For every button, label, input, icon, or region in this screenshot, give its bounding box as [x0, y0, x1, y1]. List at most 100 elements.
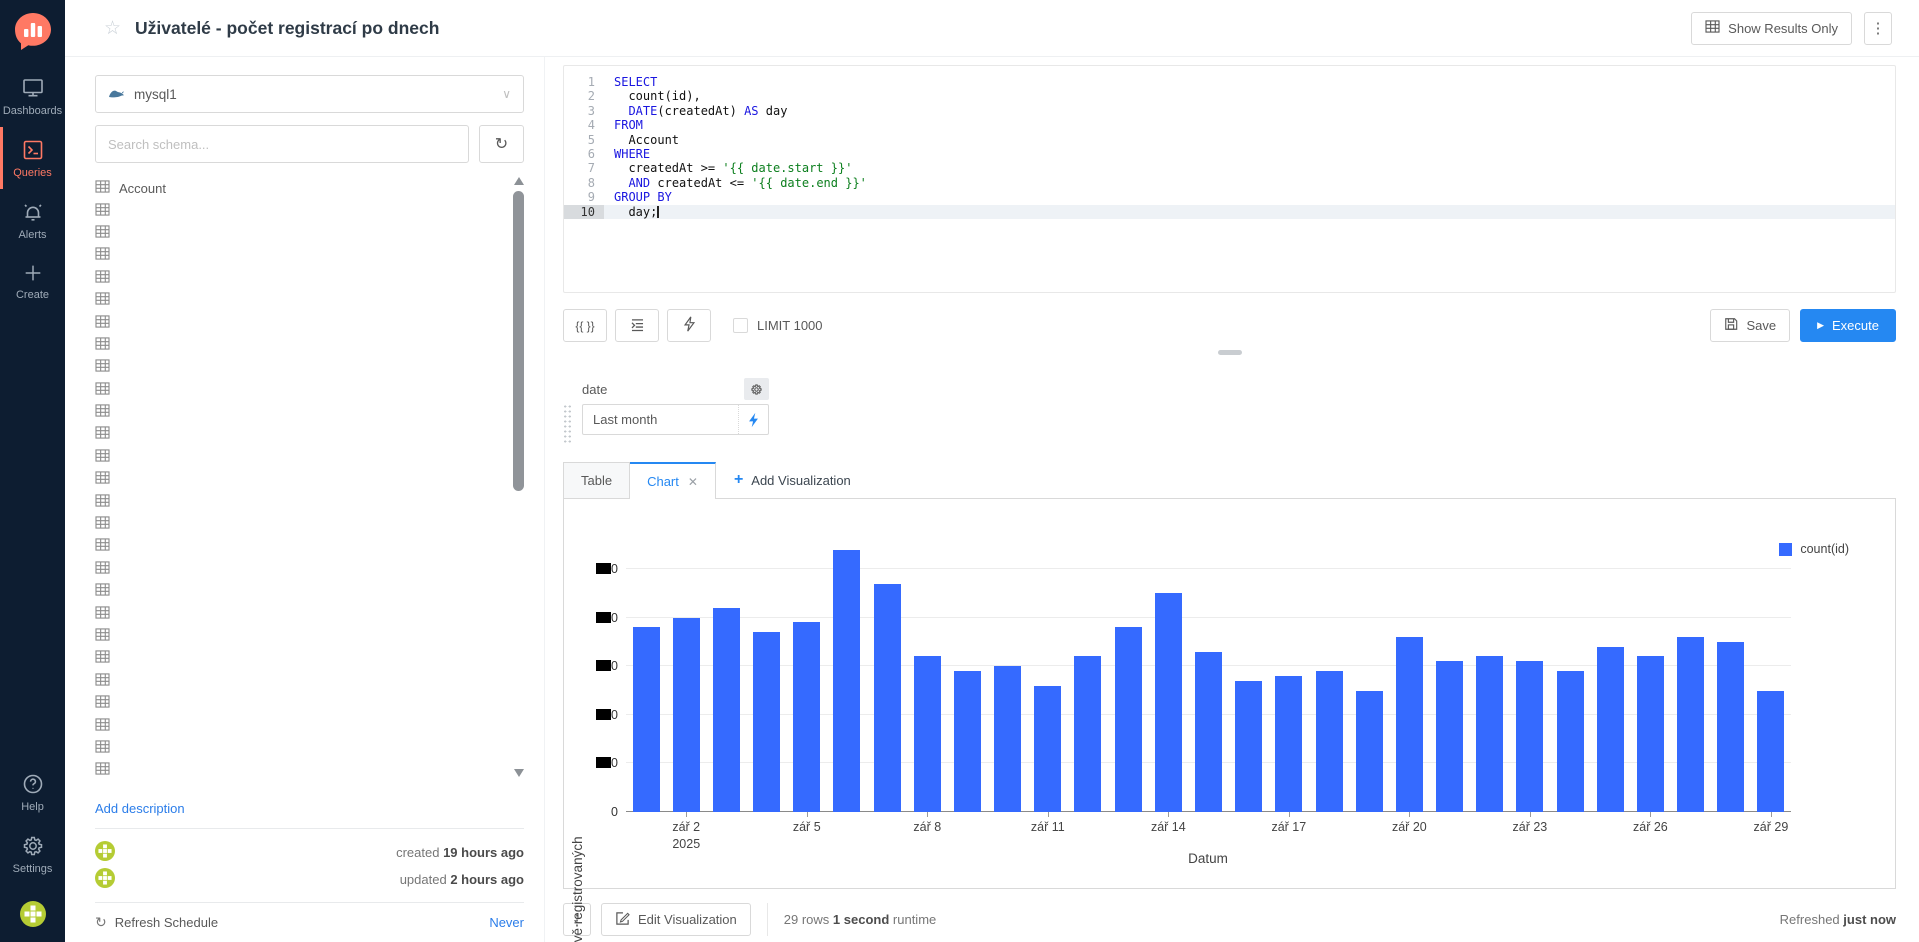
creator-avatar[interactable]: [95, 841, 115, 864]
schema-table-row[interactable]: [95, 714, 500, 736]
bar-zář 22[interactable]: [1476, 656, 1503, 812]
bar-zář 20[interactable]: [1396, 637, 1423, 812]
schema-table-row[interactable]: [95, 379, 500, 401]
add-parameter-button[interactable]: {{ }}: [563, 309, 607, 342]
code-line[interactable]: SELECT: [604, 75, 1895, 89]
close-icon[interactable]: ✕: [688, 475, 698, 489]
bar-zář 26[interactable]: [1637, 656, 1664, 812]
bar-zář 21[interactable]: [1436, 661, 1463, 812]
schema-table-row[interactable]: [95, 490, 500, 512]
schema-table-row[interactable]: Account: [95, 177, 500, 199]
section-resize-handle[interactable]: [1218, 350, 1242, 355]
schema-table-row[interactable]: [95, 580, 500, 602]
add-visualization-button[interactable]: + Add Visualization: [734, 462, 851, 498]
bar-zář 5[interactable]: [793, 622, 820, 812]
schema-table-row[interactable]: [95, 289, 500, 311]
parameter-drag-handle[interactable]: [563, 404, 572, 444]
bar-zář 18[interactable]: [1316, 671, 1343, 812]
code-line[interactable]: day;: [604, 205, 1895, 219]
schema-table-row[interactable]: [95, 199, 500, 221]
bar-zář 3[interactable]: [713, 608, 740, 812]
parameter-settings-button[interactable]: [744, 378, 769, 400]
schema-table-row[interactable]: [95, 468, 500, 490]
bar-zář 19[interactable]: [1356, 691, 1383, 813]
refresh-schedule-value-link[interactable]: Never: [489, 915, 524, 930]
schema-table-row[interactable]: [95, 670, 500, 692]
schema-table-row[interactable]: [95, 647, 500, 669]
code-line[interactable]: createdAt >= '{{ date.start }}': [604, 161, 1895, 175]
schema-table-row[interactable]: [95, 602, 500, 624]
user-avatar[interactable]: [20, 901, 46, 932]
show-results-only-button[interactable]: Show Results Only: [1691, 12, 1852, 45]
bar-zář 23[interactable]: [1516, 661, 1543, 812]
code-line[interactable]: DATE(createdAt) AS day: [604, 104, 1895, 118]
schema-table-row[interactable]: [95, 625, 500, 647]
bar-zář 15[interactable]: [1195, 652, 1222, 812]
bar-zář 8[interactable]: [914, 656, 941, 812]
header-kebab-menu-button[interactable]: ⋮: [1864, 12, 1892, 45]
schema-table-row[interactable]: [95, 446, 500, 468]
bar-zář 7[interactable]: [874, 584, 901, 812]
schema-table-row[interactable]: [95, 334, 500, 356]
bar-zář 16[interactable]: [1235, 681, 1262, 812]
scrollbar-down-arrow[interactable]: [514, 769, 524, 777]
save-button[interactable]: Save: [1710, 309, 1790, 342]
bar-zář 27[interactable]: [1677, 637, 1704, 812]
edit-visualization-button[interactable]: Edit Visualization: [601, 903, 751, 936]
bar-zář 10[interactable]: [994, 666, 1021, 812]
redash-logo-icon[interactable]: [13, 11, 53, 51]
limit-1000-option[interactable]: LIMIT 1000: [733, 318, 823, 333]
bar-zář 28[interactable]: [1717, 642, 1744, 812]
schema-table-row[interactable]: [95, 222, 500, 244]
refresh-schema-button[interactable]: ↻: [479, 125, 524, 163]
bar-zář 2[interactable]: [673, 618, 700, 812]
bar-zář 9[interactable]: [954, 671, 981, 812]
schema-table-row[interactable]: [95, 423, 500, 445]
tab-table[interactable]: Table: [563, 462, 630, 498]
schema-table-row[interactable]: [95, 244, 500, 266]
code-line[interactable]: WHERE: [604, 147, 1895, 161]
limit-checkbox[interactable]: [733, 318, 748, 333]
schema-table-row[interactable]: [95, 558, 500, 580]
sidebar-item-queries[interactable]: Queries: [0, 127, 65, 189]
schema-table-row[interactable]: [95, 311, 500, 333]
sql-editor[interactable]: 12345678910 SELECT count(id), DATE(creat…: [563, 65, 1896, 293]
code-line[interactable]: Account: [604, 133, 1895, 147]
tab-chart[interactable]: Chart ✕: [630, 462, 716, 499]
schema-table-row[interactable]: [95, 535, 500, 557]
schema-search-input[interactable]: [95, 125, 469, 163]
schema-table-row[interactable]: [95, 737, 500, 759]
date-range-parameter-input[interactable]: [583, 412, 738, 427]
format-query-button[interactable]: [615, 309, 659, 342]
updater-avatar[interactable]: [95, 868, 115, 891]
schema-table-row[interactable]: [95, 356, 500, 378]
code-line[interactable]: count(id),: [604, 89, 1895, 103]
execute-button[interactable]: ▶ Execute: [1800, 309, 1896, 342]
scrollbar-up-arrow[interactable]: [514, 177, 524, 185]
code-line[interactable]: FROM: [604, 118, 1895, 132]
code-line[interactable]: AND createdAt <= '{{ date.end }}': [604, 176, 1895, 190]
editor-code[interactable]: SELECT count(id), DATE(createdAt) AS day…: [604, 66, 1895, 292]
sidebar-item-dashboards[interactable]: Dashboards: [0, 65, 65, 127]
bar-zář 11[interactable]: [1034, 686, 1061, 812]
schema-table-row[interactable]: [95, 513, 500, 535]
bar-zář 14[interactable]: [1155, 593, 1182, 812]
sidebar-item-create[interactable]: Create: [0, 251, 65, 311]
scrollbar-thumb[interactable]: [513, 191, 524, 491]
sidebar-item-alerts[interactable]: Alerts: [0, 189, 65, 251]
favorite-star-icon[interactable]: ☆: [104, 17, 121, 40]
datasource-select[interactable]: mysql1 ∨: [95, 75, 524, 113]
sidebar-item-help[interactable]: Help: [0, 761, 65, 823]
bar-zář 4[interactable]: [753, 632, 780, 812]
schema-table-row[interactable]: [95, 759, 500, 781]
schema-table-row[interactable]: [95, 692, 500, 714]
bar-zář 12[interactable]: [1074, 656, 1101, 812]
apply-parameter-bolt-button[interactable]: [738, 405, 768, 434]
code-line[interactable]: GROUP BY: [604, 190, 1895, 204]
add-description-link[interactable]: Add description: [95, 801, 524, 816]
sidebar-item-settings[interactable]: Settings: [0, 823, 65, 885]
schema-table-row[interactable]: [95, 267, 500, 289]
bar-zář 25[interactable]: [1597, 647, 1624, 812]
bar-zář 6[interactable]: [833, 550, 860, 812]
bar-zář 17[interactable]: [1275, 676, 1302, 812]
